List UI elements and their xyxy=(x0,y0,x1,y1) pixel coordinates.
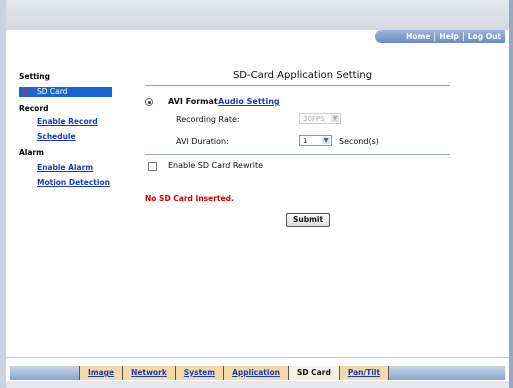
sidebar-item-sd-card-label: SD Card xyxy=(37,87,68,96)
sidebar-item-schedule[interactable]: Schedule xyxy=(37,132,76,141)
chevron-down-icon: ▼ xyxy=(322,137,330,144)
avi-format-radio[interactable] xyxy=(145,98,153,106)
title-divider xyxy=(145,85,450,86)
left-frame-border xyxy=(0,0,6,388)
audio-setting-link[interactable]: Audio Setting xyxy=(218,97,280,106)
page-title: SD-Card Application Setting xyxy=(232,70,373,81)
sidebar-item-enable-record[interactable]: Enable Record xyxy=(37,117,98,126)
tab-system[interactable]: System xyxy=(174,366,224,380)
no-sd-card-warning: No SD Card Inserted. xyxy=(145,194,234,203)
avi-duration-value: 1 xyxy=(303,137,308,145)
enable-rewrite-label: Enable SD Card Rewrite xyxy=(168,161,264,170)
help-link[interactable]: Help xyxy=(434,32,462,41)
home-link[interactable]: Home xyxy=(402,32,434,41)
tab-network[interactable]: Network xyxy=(122,366,175,380)
recording-rate-value: 30FPS xyxy=(303,115,325,123)
top-banner xyxy=(6,0,509,30)
sidebar-header-alarm: Alarm xyxy=(19,148,44,157)
avi-duration-select[interactable]: 1 ▼ xyxy=(299,135,332,146)
right-frame-border xyxy=(509,0,513,388)
bottom-tabs: Image Network System Application SD Card… xyxy=(79,366,390,380)
sidebar-item-motion-detection[interactable]: Motion Detection xyxy=(37,178,110,187)
sidebar-item-enable-alarm[interactable]: Enable Alarm xyxy=(37,163,93,172)
tab-sd-card[interactable]: SD Card xyxy=(287,366,339,380)
logout-link[interactable]: Log Out xyxy=(462,32,505,41)
recording-rate-label: Recording Rate: xyxy=(176,115,240,124)
selected-bullet-icon xyxy=(23,90,27,94)
avi-duration-label: AVI Duration: xyxy=(176,137,229,146)
sidebar-header-record: Record xyxy=(19,104,49,113)
tab-pan-tilt[interactable]: Pan/Tilt xyxy=(338,366,390,380)
section-divider xyxy=(145,154,450,155)
recording-rate-select: 30FPS ▼ xyxy=(299,113,341,124)
tab-application[interactable]: Application xyxy=(223,366,288,380)
submit-button[interactable]: Submit xyxy=(286,213,330,227)
duration-unit-label: Second(s) xyxy=(339,137,379,146)
bottom-edge xyxy=(6,381,509,388)
top-nav-links: Home Help Log Out xyxy=(375,30,505,43)
tab-image[interactable]: Image xyxy=(79,366,123,380)
enable-rewrite-checkbox[interactable] xyxy=(148,162,157,171)
avi-format-label: AVI Format xyxy=(168,97,218,106)
sidebar-header-setting: Setting xyxy=(19,72,50,81)
chevron-down-icon: ▼ xyxy=(331,115,339,122)
